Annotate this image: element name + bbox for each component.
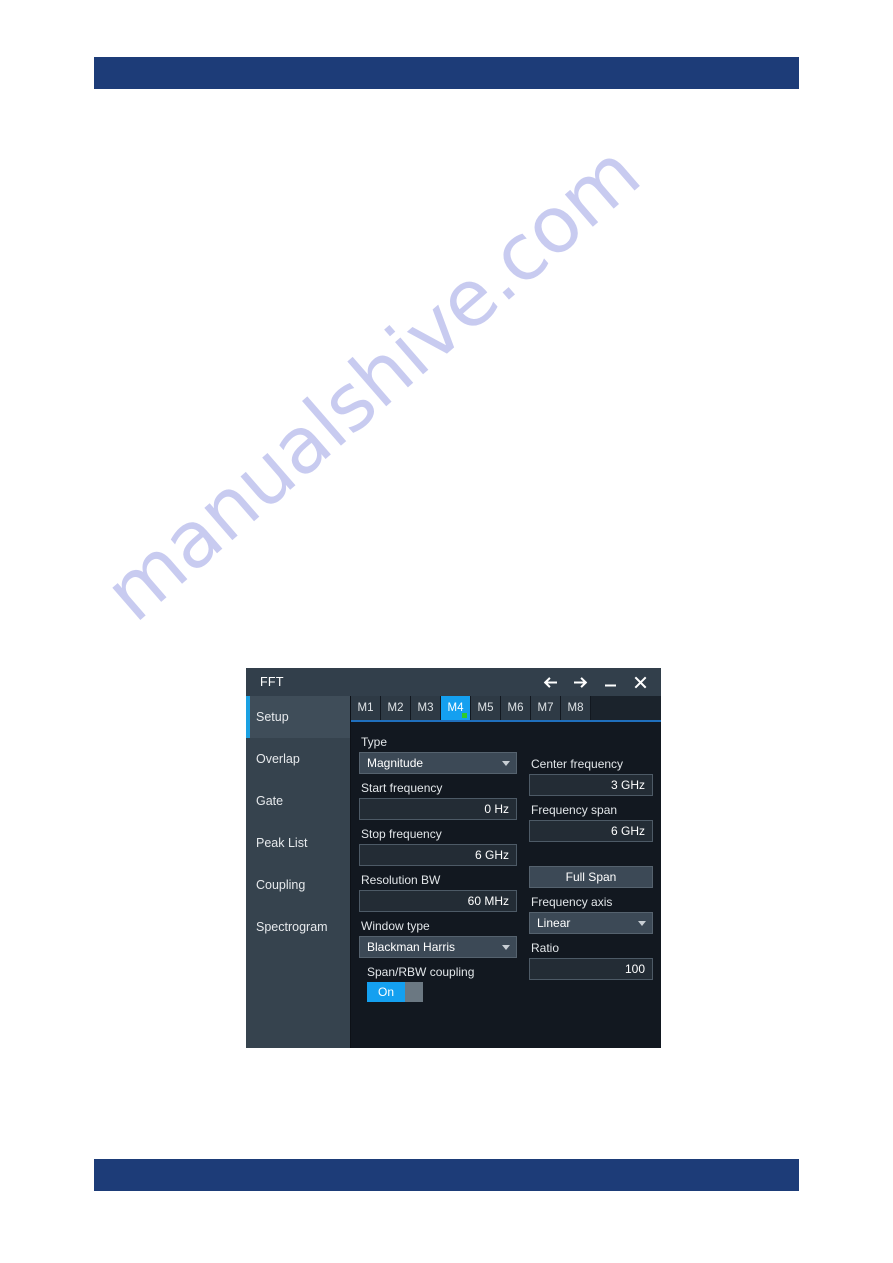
stop-frequency-input[interactable]: 6 GHz xyxy=(359,844,517,866)
type-value: Magnitude xyxy=(367,756,424,770)
ratio-value: 100 xyxy=(624,962,645,976)
frequency-span-label: Frequency span xyxy=(531,803,618,817)
dialog-titlebar: FFT xyxy=(246,668,661,696)
start-frequency-value: 0 Hz xyxy=(484,802,509,816)
sidebar-item-spectrogram[interactable]: Spectrogram xyxy=(246,906,350,948)
tab-active-status-dot-icon xyxy=(462,713,467,718)
sidebar-item-peak-list[interactable]: Peak List xyxy=(246,822,350,864)
ratio-input[interactable]: 100 xyxy=(529,958,653,980)
frequency-axis-label: Frequency axis xyxy=(531,895,613,909)
tab-label: M3 xyxy=(417,702,434,714)
tab-m6[interactable]: M6 xyxy=(501,696,531,720)
chevron-down-icon xyxy=(502,760,510,766)
frequency-span-input[interactable]: 6 GHz xyxy=(529,820,653,842)
toggle-knob xyxy=(405,982,423,1002)
page-footer-bar xyxy=(94,1159,799,1191)
tab-m2[interactable]: M2 xyxy=(381,696,411,720)
type-select[interactable]: Magnitude xyxy=(359,752,517,774)
form-column-left: Type Magnitude Start frequency 0 Hz Stop… xyxy=(353,728,521,1048)
frequency-axis-value: Linear xyxy=(537,916,571,930)
tab-label: M5 xyxy=(477,702,494,714)
window-type-label: Window type xyxy=(361,919,430,933)
sidebar-item-label: Gate xyxy=(256,794,284,808)
full-span-button-label: Full Span xyxy=(565,870,617,884)
stop-frequency-value: 6 GHz xyxy=(474,848,509,862)
right-column-top-spacer xyxy=(529,728,653,750)
dialog-title: FFT xyxy=(260,675,284,689)
sidebar-item-gate[interactable]: Gate xyxy=(246,780,350,822)
sidebar-item-overlap[interactable]: Overlap xyxy=(246,738,350,780)
window-type-select[interactable]: Blackman Harris xyxy=(359,936,517,958)
resolution-bw-input[interactable]: 60 MHz xyxy=(359,890,517,912)
span-rbw-coupling-toggle[interactable]: On xyxy=(367,982,423,1002)
full-span-button[interactable]: Full Span xyxy=(529,866,653,888)
chevron-down-icon xyxy=(638,920,646,926)
frequency-axis-select[interactable]: Linear xyxy=(529,912,653,934)
tab-m3[interactable]: M3 xyxy=(411,696,441,720)
toggle-state-label: On xyxy=(367,982,405,1002)
frequency-span-value: 6 GHz xyxy=(610,824,645,838)
fft-dialog: FFT Setup Overlap Gate Peak List Couplin… xyxy=(246,668,661,1048)
form-column-right: Center frequency 3 GHz Frequency span 6 … xyxy=(521,728,659,1048)
sidebar-item-label: Peak List xyxy=(256,836,308,850)
tab-label: M8 xyxy=(567,702,584,714)
watermark-text: manualshive.com xyxy=(88,128,657,639)
type-label: Type xyxy=(361,735,388,749)
tab-m1[interactable]: M1 xyxy=(351,696,381,720)
setup-form: Type Magnitude Start frequency 0 Hz Stop… xyxy=(351,722,661,1048)
tab-m5[interactable]: M5 xyxy=(471,696,501,720)
page-header-bar xyxy=(94,57,799,89)
resolution-bw-value: 60 MHz xyxy=(467,894,509,908)
start-frequency-label: Start frequency xyxy=(361,781,443,795)
titlebar-buttons xyxy=(542,674,653,691)
sidebar-item-setup[interactable]: Setup xyxy=(246,696,350,738)
span-rbw-coupling-label: Span/RBW coupling xyxy=(367,965,475,979)
sidebar-item-coupling[interactable]: Coupling xyxy=(246,864,350,906)
tab-m7[interactable]: M7 xyxy=(531,696,561,720)
window-type-value: Blackman Harris xyxy=(367,940,456,954)
dialog-main-panel: M1 M2 M3 M4 M5 M6 M7 M8 Type Magnitude S… xyxy=(351,696,661,1048)
center-frequency-value: 3 GHz xyxy=(610,778,645,792)
tabs-filler xyxy=(591,696,661,720)
full-span-spacer-label xyxy=(531,849,653,863)
center-frequency-label: Center frequency xyxy=(531,757,624,771)
sidebar-item-label: Coupling xyxy=(256,878,306,892)
sidebar-item-label: Setup xyxy=(256,710,289,724)
center-frequency-input[interactable]: 3 GHz xyxy=(529,774,653,796)
minimize-icon[interactable] xyxy=(602,674,619,691)
forward-arrow-icon[interactable] xyxy=(572,674,589,691)
tab-m4[interactable]: M4 xyxy=(441,696,471,720)
sidebar-item-label: Spectrogram xyxy=(256,920,328,934)
tab-label: M2 xyxy=(387,702,404,714)
close-icon[interactable] xyxy=(632,674,649,691)
chevron-down-icon xyxy=(502,944,510,950)
dialog-sidebar: Setup Overlap Gate Peak List Coupling Sp… xyxy=(246,696,351,1048)
tab-label: M7 xyxy=(537,702,554,714)
start-frequency-input[interactable]: 0 Hz xyxy=(359,798,517,820)
dialog-body: Setup Overlap Gate Peak List Coupling Sp… xyxy=(246,696,661,1048)
back-arrow-icon[interactable] xyxy=(542,674,559,691)
ratio-label: Ratio xyxy=(531,941,560,955)
tab-label: M1 xyxy=(357,702,374,714)
tab-m8[interactable]: M8 xyxy=(561,696,591,720)
sidebar-item-label: Overlap xyxy=(256,752,300,766)
resolution-bw-label: Resolution BW xyxy=(361,873,441,887)
measurement-tabs: M1 M2 M3 M4 M5 M6 M7 M8 xyxy=(351,696,661,722)
tab-label: M6 xyxy=(507,702,524,714)
stop-frequency-label: Stop frequency xyxy=(361,827,442,841)
